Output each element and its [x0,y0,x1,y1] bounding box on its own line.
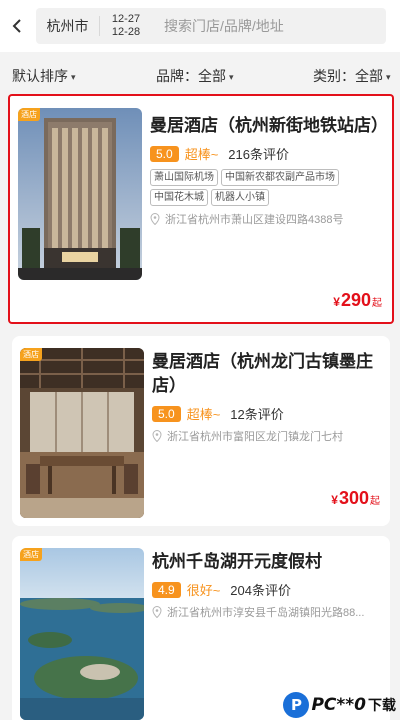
hotel-info: 曼居酒店（杭州新街地铁站店） 5.0 超棒~ 216条评价 萧山国际机场 中国新… [150,114,388,227]
price-value: 300 [338,488,369,508]
watermark-suffix: 下载 [368,698,396,714]
type-filter[interactable]: 类别：全部 ▾ [313,66,391,86]
date-selector[interactable]: 12-27 12-28 [100,13,152,39]
currency-symbol: ¥ [333,295,340,309]
city-selector[interactable]: 杭州市 [36,16,100,36]
hotel-address: 浙江省杭州市萧山区建设四路4388号 [165,214,344,226]
back-button[interactable] [0,0,34,52]
location-pin-icon [152,430,162,442]
hotel-photo: 酒店 [20,348,144,518]
hotel-info: 杭州千岛湖开元度假村 4.9 很好~ 204条评价 浙江省杭州市淳安县千岛湖镇阳… [152,550,382,620]
rating-text: 超棒~ [186,407,221,422]
rating-text: 很好~ [186,583,221,598]
price-suffix: 起 [370,496,380,507]
filter-bar: 默认排序 ▾ 品牌：全部 ▾ 类别：全部 ▾ [0,56,400,92]
checkout-date: 12-28 [111,26,141,38]
hotel-name: 杭州千岛湖开元度假村 [152,552,322,571]
hotel-card[interactable]: 酒店 曼居酒店（杭州龙门古镇墨庄店） 5.0 超棒~ 12条评价 浙江省杭州市富… [12,336,390,526]
hotel-type-badge: 酒店 [18,108,40,121]
top-search-bar: 杭州市 12-27 12-28 搜索门店/品牌/地址 [0,0,400,52]
rating-row: 5.0 超棒~ 12条评价 [152,404,382,423]
type-filter-label: 类别：全部 [313,68,383,84]
sort-filter-label: 默认排序 [12,68,68,84]
rating-text: 超棒~ [184,147,219,162]
hotel-name: 曼居酒店（杭州新街地铁站店） [150,116,388,135]
sort-filter[interactable]: 默认排序 ▾ [12,66,76,86]
search-input[interactable]: 搜索门店/品牌/地址 [152,16,386,36]
rating-row: 4.9 很好~ 204条评价 [152,580,382,599]
location-pin-icon [150,213,160,225]
nearby-tag: 机器人小镇 [211,189,269,206]
currency-symbol: ¥ [331,493,338,507]
hotel-price: ¥290起 [333,290,382,311]
watermark-logo: P [283,692,310,718]
caret-down-icon: ▾ [229,71,234,82]
address-row: 浙江省杭州市萧山区建设四路4388号 [150,211,384,227]
search-box[interactable]: 杭州市 12-27 12-28 搜索门店/品牌/地址 [36,8,386,44]
review-count: 204条评价 [230,583,291,598]
hotel-price: ¥300起 [331,488,380,509]
hotel-photo: 酒店 [18,108,142,280]
watermark-text: PC**0 [311,695,366,715]
nearby-tags: 萧山国际机场 中国新农都农副产品市场 中国花木城 机器人小镇 [150,169,384,206]
brand-filter[interactable]: 品牌：全部 ▾ [156,66,234,86]
hotel-type-badge: 酒店 [20,548,42,561]
hotel-info: 曼居酒店（杭州龙门古镇墨庄店） 5.0 超棒~ 12条评价 浙江省杭州市富阳区龙… [152,350,382,444]
caret-down-icon: ▾ [71,71,76,82]
rating-score: 5.0 [152,405,181,422]
hotel-address: 浙江省杭州市富阳区龙门镇龙门七村 [167,431,343,443]
hotel-name: 曼居酒店（杭州龙门古镇墨庄店） [152,352,373,395]
address-row: 浙江省杭州市富阳区龙门镇龙门七村 [152,428,382,444]
nearby-tag: 中国新农都农副产品市场 [221,169,339,186]
review-count: 12条评价 [230,407,284,422]
rating-score: 4.9 [152,581,181,598]
hotel-list-page: 杭州市 12-27 12-28 搜索门店/品牌/地址 默认排序 ▾ 品牌：全部 ▾ … [0,0,400,720]
chevron-left-icon [12,19,21,33]
hotel-photo: 酒店 [20,548,144,720]
site-watermark: P PC**0 下载 [283,692,396,718]
price-suffix: 起 [372,298,382,309]
brand-filter-label: 品牌：全部 [156,68,226,84]
nearby-tag: 中国花木城 [150,189,208,206]
hotel-type-badge: 酒店 [20,348,42,361]
price-value: 290 [340,290,371,310]
nearby-tag: 萧山国际机场 [150,169,218,186]
hotel-address: 浙江省杭州市淳安县千岛湖镇阳光路88... [167,607,365,619]
review-count: 216条评价 [228,147,289,162]
checkin-date: 12-27 [111,13,141,25]
rating-score: 5.0 [150,145,179,162]
hotel-card[interactable]: 酒店 曼居酒店（杭州新街地铁站店） 5.0 超棒~ 216条评价 萧山国际机场 … [10,96,392,322]
address-row: 浙江省杭州市淳安县千岛湖镇阳光路88... [152,604,382,620]
rating-row: 5.0 超棒~ 216条评价 [150,144,384,163]
location-pin-icon [152,606,162,618]
caret-down-icon: ▾ [386,71,391,82]
